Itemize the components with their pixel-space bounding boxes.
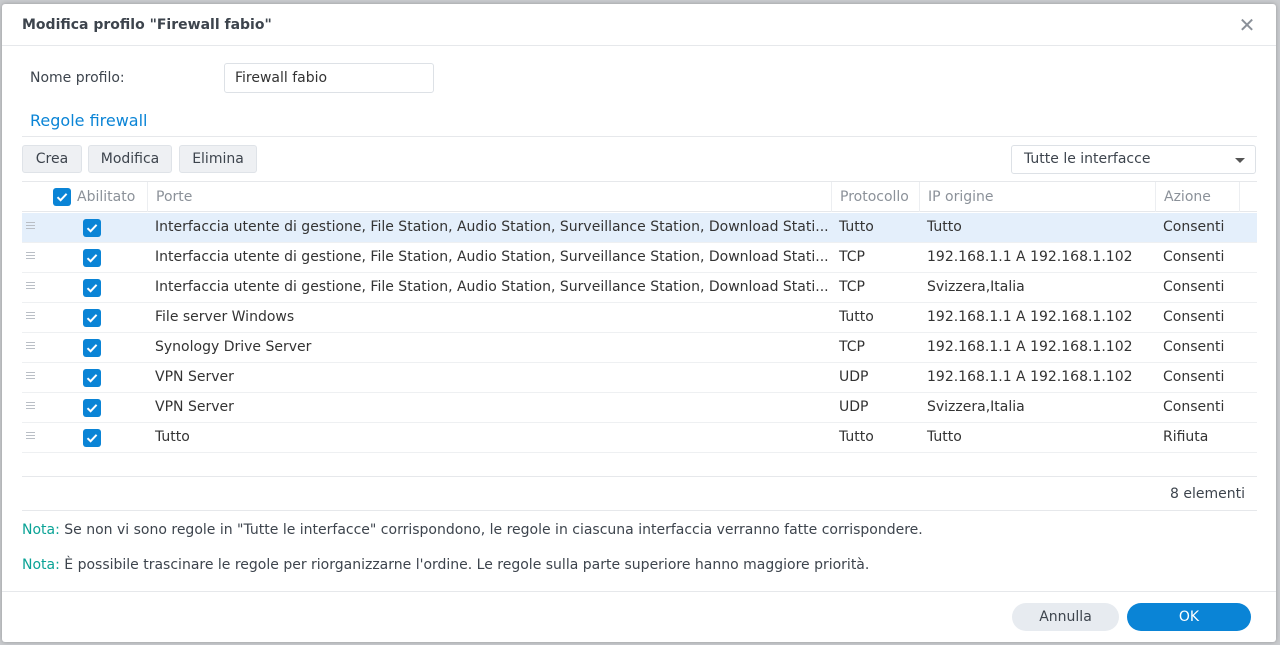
profile-name-label: Nome profilo: xyxy=(30,70,125,86)
header-enabled-label: Abilitato xyxy=(77,189,136,205)
row-enabled-checkbox[interactable] xyxy=(83,219,101,237)
row-enabled-checkbox[interactable] xyxy=(83,369,101,387)
row-enabled-checkbox[interactable] xyxy=(83,279,101,297)
cell-ports: Synology Drive Server xyxy=(155,339,312,355)
select-all-checkbox[interactable] xyxy=(53,188,71,206)
cell-ports: Tutto xyxy=(155,429,190,445)
table-row[interactable]: File server Windows Tutto 192.168.1.1 A 19… xyxy=(22,303,1257,333)
table-row[interactable]: VPN Server UDP Svizzera,Italia Consenti xyxy=(22,393,1257,423)
row-enabled-checkbox[interactable] xyxy=(83,249,101,267)
drag-handle-icon[interactable] xyxy=(26,342,35,352)
rules-table: Abilitato Porte Protocollo IP origine Az… xyxy=(22,181,1257,511)
cell-action: Consenti xyxy=(1163,279,1225,295)
cell-protocol: Tutto xyxy=(839,219,874,235)
close-icon[interactable]: ✕ xyxy=(1236,14,1258,36)
cell-protocol: UDP xyxy=(839,369,869,385)
section-divider xyxy=(22,136,1257,137)
note-text: Se non vi sono regole in "Tutte le inter… xyxy=(64,522,923,538)
row-enabled-checkbox[interactable] xyxy=(83,309,101,327)
cell-source-ip: Svizzera,Italia xyxy=(927,279,1025,295)
cell-source-ip: Tutto xyxy=(927,429,962,445)
header-enabled[interactable]: Abilitato xyxy=(41,182,147,212)
table-header: Abilitato Porte Protocollo IP origine Az… xyxy=(22,182,1257,212)
drag-handle-icon[interactable] xyxy=(26,252,35,262)
firewall-rules-title: Regole firewall xyxy=(30,111,148,130)
note-text: È possibile trascinare le regole per rio… xyxy=(64,557,870,573)
cell-source-ip: Svizzera,Italia xyxy=(927,399,1025,415)
table-footer: 8 elementi xyxy=(22,476,1257,512)
header-spacer xyxy=(1239,182,1257,212)
cell-action: Consenti xyxy=(1163,339,1225,355)
cell-protocol: UDP xyxy=(839,399,869,415)
create-button[interactable]: Crea xyxy=(22,145,82,173)
cell-source-ip: 192.168.1.1 A 192.168.1.102 xyxy=(927,339,1133,355)
cell-source-ip: 192.168.1.1 A 192.168.1.102 xyxy=(927,369,1133,385)
table-row[interactable]: Tutto Tutto Tutto Rifiuta xyxy=(22,423,1257,453)
drag-handle-icon[interactable] xyxy=(26,312,35,322)
drag-handle-icon[interactable] xyxy=(26,432,35,442)
interface-select[interactable]: Tutte le interfacce xyxy=(1011,145,1256,174)
dialog-titlebar: Modifica profilo "Firewall fabio" ✕ xyxy=(2,4,1276,46)
cell-protocol: TCP xyxy=(839,249,865,265)
cell-ports: Interfaccia utente di gestione, File Sta… xyxy=(155,279,829,295)
row-enabled-checkbox[interactable] xyxy=(83,399,101,417)
table-row[interactable]: VPN Server UDP 192.168.1.1 A 192.168.1.102… xyxy=(22,363,1257,393)
drag-handle-icon[interactable] xyxy=(26,222,35,232)
cell-protocol: TCP xyxy=(839,279,865,295)
ok-button[interactable]: OK xyxy=(1127,603,1251,631)
item-count: 8 elementi xyxy=(1170,486,1245,502)
cell-action: Consenti xyxy=(1163,369,1225,385)
cell-source-ip: Tutto xyxy=(927,219,962,235)
cell-ports: VPN Server xyxy=(155,399,234,415)
dialog-title: Modifica profilo "Firewall fabio" xyxy=(22,17,272,33)
cell-ports: VPN Server xyxy=(155,369,234,385)
note-2: Nota: È possibile trascinare le regole p… xyxy=(22,557,869,573)
chevron-down-icon xyxy=(1235,158,1245,163)
cell-action: Consenti xyxy=(1163,399,1225,415)
table-row[interactable]: Interfaccia utente di gestione, File Sta… xyxy=(22,213,1257,243)
delete-button[interactable]: Elimina xyxy=(179,145,257,173)
profile-name-input[interactable] xyxy=(224,63,434,93)
header-source-ip[interactable]: IP origine xyxy=(919,182,1155,212)
drag-handle-icon[interactable] xyxy=(26,282,35,292)
row-enabled-checkbox[interactable] xyxy=(83,429,101,447)
header-protocol[interactable]: Protocollo xyxy=(831,182,919,212)
edit-button[interactable]: Modifica xyxy=(88,145,172,173)
cell-action: Consenti xyxy=(1163,219,1225,235)
cell-protocol: Tutto xyxy=(839,429,874,445)
edit-profile-dialog: Modifica profilo "Firewall fabio" ✕ Nome… xyxy=(2,4,1276,642)
interface-select-value: Tutte le interfacce xyxy=(1024,151,1151,167)
footer-divider xyxy=(2,591,1276,592)
cell-ports: Interfaccia utente di gestione, File Sta… xyxy=(155,219,829,235)
cell-protocol: Tutto xyxy=(839,309,874,325)
drag-handle-icon[interactable] xyxy=(26,402,35,412)
cell-action: Consenti xyxy=(1163,249,1225,265)
cell-action: Consenti xyxy=(1163,309,1225,325)
cell-source-ip: 192.168.1.1 A 192.168.1.102 xyxy=(927,309,1133,325)
header-action[interactable]: Azione xyxy=(1155,182,1239,212)
cell-protocol: TCP xyxy=(839,339,865,355)
table-row[interactable]: Interfaccia utente di gestione, File Sta… xyxy=(22,243,1257,273)
table-row[interactable]: Interfaccia utente di gestione, File Sta… xyxy=(22,273,1257,303)
row-enabled-checkbox[interactable] xyxy=(83,339,101,357)
cell-ports: File server Windows xyxy=(155,309,295,325)
cell-ports: Interfaccia utente di gestione, File Sta… xyxy=(155,249,829,265)
cell-action: Rifiuta xyxy=(1163,429,1209,445)
header-ports[interactable]: Porte xyxy=(147,182,831,212)
note-tag: Nota: xyxy=(22,522,60,538)
note-tag: Nota: xyxy=(22,557,60,573)
note-1: Nota: Se non vi sono regole in "Tutte le… xyxy=(22,522,923,538)
cancel-button[interactable]: Annulla xyxy=(1012,603,1119,631)
cell-source-ip: 192.168.1.1 A 192.168.1.102 xyxy=(927,249,1133,265)
drag-handle-icon[interactable] xyxy=(26,372,35,382)
table-row[interactable]: Synology Drive Server TCP 192.168.1.1 A 19… xyxy=(22,333,1257,363)
